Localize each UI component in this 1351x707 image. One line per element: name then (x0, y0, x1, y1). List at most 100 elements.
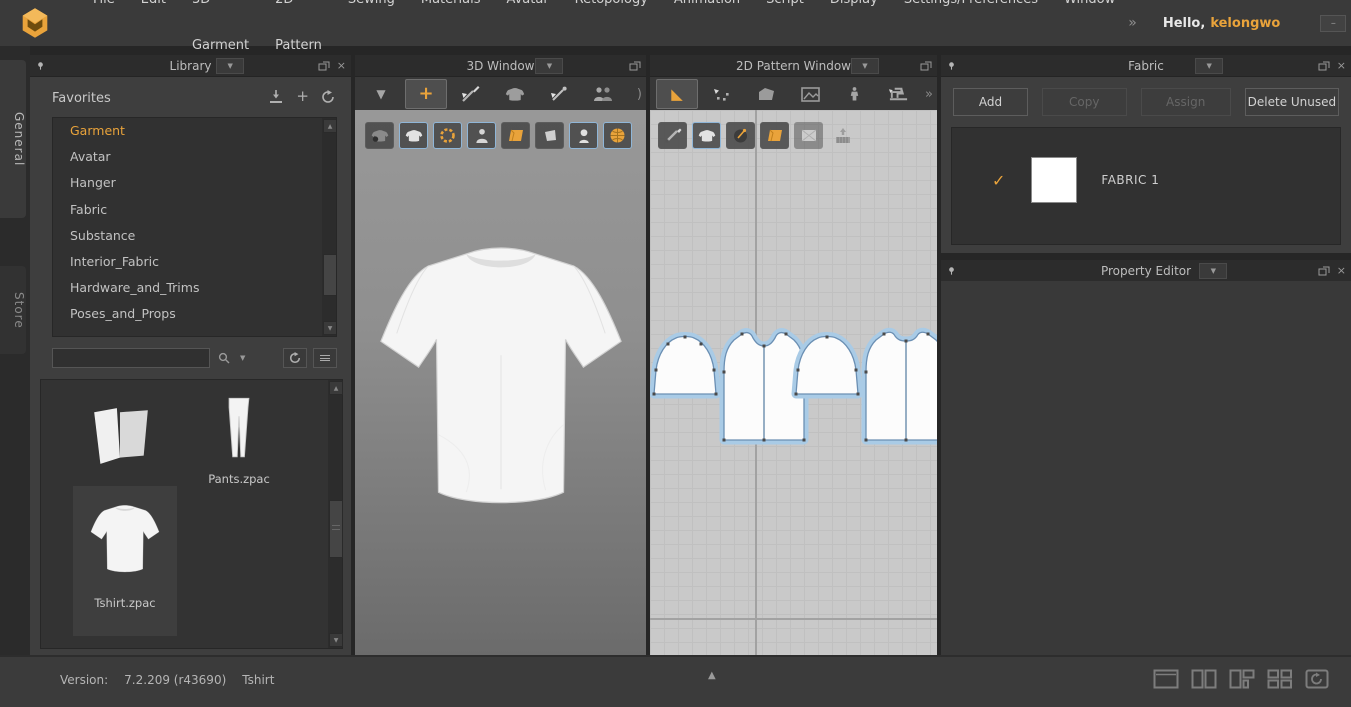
scroll-up-icon[interactable]: ▲ (329, 381, 343, 395)
search-input[interactable] (52, 348, 210, 368)
fabric-dropdown[interactable]: ▼ (1195, 58, 1223, 74)
segment-sewing-tool[interactable] (878, 80, 918, 108)
favorites-item-hanger[interactable]: Hanger (53, 170, 336, 196)
property-editor-header[interactable]: Property Editor ▼ × (941, 260, 1351, 282)
3d-garment-tshirt[interactable] (367, 235, 635, 535)
edit-texture-toggle[interactable] (658, 122, 687, 149)
favorites-scrollbar[interactable]: ▲ ▼ (322, 118, 336, 336)
minimize-button[interactable]: – (1320, 15, 1346, 32)
transform-pattern-tool[interactable]: ◣ (656, 79, 698, 109)
layout-two-pane-icon[interactable] (1191, 669, 1217, 689)
library-dropdown[interactable]: ▼ (216, 58, 244, 74)
layout-four-pane-icon[interactable] (1267, 669, 1293, 689)
library-header[interactable]: Library ▼ × (30, 55, 351, 77)
search-icon[interactable] (218, 352, 230, 364)
show-avatar-tool[interactable] (583, 80, 623, 108)
undock-icon[interactable] (318, 61, 330, 71)
add-fabric-button[interactable]: Add (953, 88, 1028, 116)
scrollbar-thumb[interactable] (323, 254, 337, 296)
undock-icon[interactable] (1318, 61, 1330, 71)
property-editor-dropdown[interactable]: ▼ (1199, 263, 1227, 279)
show-garment-toggle[interactable] (399, 122, 428, 149)
copy-fabric-button[interactable]: Copy (1042, 88, 1127, 116)
edit-pattern-tool[interactable] (702, 80, 742, 108)
show-map-toggle[interactable] (603, 122, 632, 149)
show-seamlines-toggle[interactable] (433, 122, 462, 149)
close-panel-icon[interactable]: × (1337, 60, 1346, 71)
select-mesh-tool[interactable] (495, 80, 535, 108)
scrollbar-thumb[interactable] (329, 500, 343, 558)
fabric-swatch[interactable] (1031, 157, 1077, 203)
refresh-library-icon[interactable] (283, 348, 307, 368)
pin-icon[interactable] (947, 61, 956, 70)
search-filter-dropdown-icon[interactable]: ▼ (240, 354, 245, 362)
select-move-tool[interactable]: + (405, 79, 447, 109)
fabric-header[interactable]: Fabric ▼ × (941, 55, 1351, 77)
show-garment-toggle[interactable] (692, 122, 721, 149)
scroll-up-icon[interactable]: ▲ (323, 119, 337, 133)
tab-store[interactable]: Store (0, 266, 26, 354)
3d-viewport[interactable] (355, 110, 646, 655)
show-fabric-toggle[interactable] (760, 122, 789, 149)
toolbar-collapse-icon[interactable]: » (925, 87, 933, 102)
sync-avatar-tool[interactable] (834, 80, 874, 108)
scroll-down-icon[interactable]: ▼ (323, 321, 337, 335)
username-link[interactable]: kelongwo (1210, 16, 1280, 31)
undock-icon[interactable] (920, 61, 932, 71)
favorites-item-fabric[interactable]: Fabric (53, 197, 336, 223)
delete-unused-button[interactable]: Delete Unused (1245, 88, 1339, 116)
fabric-icon (507, 128, 525, 143)
3d-window-dropdown[interactable]: ▼ (535, 58, 563, 74)
polygon-pattern-tool[interactable] (746, 80, 786, 108)
download-icon[interactable] (268, 89, 284, 104)
2d-viewport[interactable] (650, 110, 937, 655)
trace-tool[interactable] (790, 80, 830, 108)
favorites-item-interior-fabric[interactable]: Interior_Fabric (53, 249, 336, 275)
favorites-item-substance[interactable]: Substance (53, 223, 336, 249)
fabric-list-item[interactable]: ✓ FABRIC 1 (952, 150, 1340, 210)
undock-icon[interactable] (629, 61, 641, 71)
list-view-icon[interactable] (313, 348, 337, 368)
show-avatar-bust-toggle[interactable] (467, 122, 496, 149)
show-internal-cloth-toggle[interactable] (535, 122, 564, 149)
show-avatar-texture-toggle[interactable] (365, 122, 394, 149)
2d-window-header[interactable]: 2D Pattern Window ▼ (650, 55, 937, 77)
menu-overflow-icon[interactable]: » (1128, 15, 1137, 31)
favorites-item-partial[interactable]: Poses_and_Props (53, 301, 336, 327)
2d-window-dropdown[interactable]: ▼ (851, 58, 879, 74)
add-favorite-icon[interactable]: + (296, 89, 309, 104)
tab-general[interactable]: General (0, 60, 26, 218)
pin-icon[interactable] (947, 266, 956, 275)
show-fabric-toggle[interactable] (501, 122, 530, 149)
show-base-pattern-toggle[interactable] (794, 122, 823, 149)
undock-icon[interactable] (1318, 266, 1330, 276)
pin-ball-icon (732, 127, 749, 144)
refresh-icon[interactable] (321, 90, 335, 104)
favorites-item-hardware-and-trims[interactable]: Hardware_and_Trims (53, 275, 336, 301)
toolbar-collapse-icon[interactable]: ) (637, 87, 642, 102)
folder-up-item[interactable]: .. (69, 392, 173, 494)
close-panel-icon[interactable]: × (1337, 265, 1346, 276)
show-grid-toggle[interactable] (828, 122, 857, 149)
expand-bottom-bar-icon[interactable]: ▲ (708, 670, 716, 681)
file-item-tshirt-selected[interactable]: Tshirt.zpac (73, 486, 177, 636)
pattern-pieces[interactable] (650, 110, 937, 653)
layout-render-icon[interactable] (1305, 669, 1329, 689)
close-panel-icon[interactable]: × (337, 60, 346, 71)
show-head-toggle[interactable] (569, 122, 598, 149)
layout-single-icon[interactable] (1153, 669, 1179, 689)
simulate-tool[interactable]: ▼ (361, 80, 401, 108)
pin-icon[interactable] (36, 61, 45, 70)
pin-tool[interactable] (539, 80, 579, 108)
scroll-down-icon[interactable]: ▼ (329, 633, 343, 647)
assign-fabric-button[interactable]: Assign (1141, 88, 1231, 116)
shirt-icon (505, 86, 525, 102)
file-item-pants[interactable]: Pants.zpac (187, 388, 291, 486)
show-pins-toggle[interactable] (726, 122, 755, 149)
favorites-item-avatar[interactable]: Avatar (53, 144, 336, 170)
files-scrollbar[interactable]: ▲ ▼ (328, 380, 342, 648)
favorites-item-garment[interactable]: Garment (53, 118, 336, 144)
3d-window-header[interactable]: 3D Window ▼ (355, 55, 646, 77)
layout-mixed-icon[interactable] (1229, 669, 1255, 689)
brush-select-tool[interactable] (451, 80, 491, 108)
